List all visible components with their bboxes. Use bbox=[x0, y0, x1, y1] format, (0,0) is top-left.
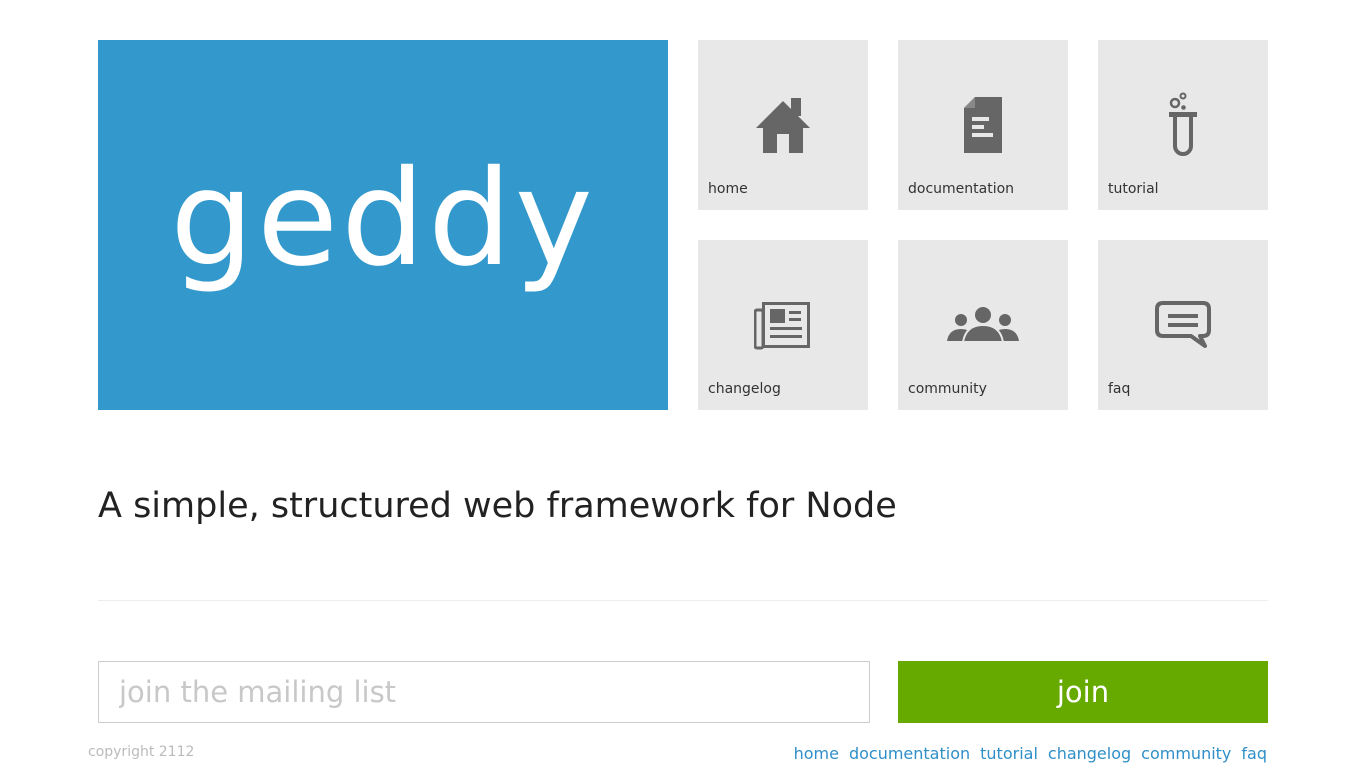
tile-community[interactable]: community bbox=[898, 240, 1068, 410]
divider bbox=[98, 600, 1268, 601]
tile-label: home bbox=[708, 181, 748, 197]
test-tube-icon bbox=[1098, 92, 1268, 158]
footer-link-community[interactable]: community bbox=[1141, 745, 1231, 763]
page: geddy home documentation tutorial change… bbox=[0, 0, 1366, 768]
footer-link-faq[interactable]: faq bbox=[1241, 745, 1267, 763]
newspaper-icon bbox=[698, 292, 868, 358]
logo-tile[interactable]: geddy bbox=[98, 40, 668, 410]
tile-home[interactable]: home bbox=[698, 40, 868, 210]
tile-label: faq bbox=[1108, 381, 1131, 397]
document-icon bbox=[898, 92, 1068, 158]
tile-tutorial[interactable]: tutorial bbox=[1098, 40, 1268, 210]
chat-bubble-icon bbox=[1098, 292, 1268, 358]
tagline: A simple, structured web framework for N… bbox=[98, 486, 897, 526]
tile-label: community bbox=[908, 381, 987, 397]
copyright: copyright 2112 bbox=[88, 744, 195, 760]
footer-link-tutorial[interactable]: tutorial bbox=[980, 745, 1038, 763]
footer-link-home[interactable]: home bbox=[794, 745, 839, 763]
tile-faq[interactable]: faq bbox=[1098, 240, 1268, 410]
footer-nav: home documentation tutorial changelog co… bbox=[794, 745, 1267, 763]
people-icon bbox=[898, 292, 1068, 358]
logo-text: geddy bbox=[170, 142, 596, 296]
footer-link-changelog[interactable]: changelog bbox=[1048, 745, 1131, 763]
tile-documentation[interactable]: documentation bbox=[898, 40, 1068, 210]
mailing-list-input[interactable] bbox=[98, 661, 870, 723]
tile-label: changelog bbox=[708, 381, 781, 397]
tile-label: tutorial bbox=[1108, 181, 1159, 197]
tile-changelog[interactable]: changelog bbox=[698, 240, 868, 410]
tile-label: documentation bbox=[908, 181, 1015, 197]
footer-link-documentation[interactable]: documentation bbox=[849, 745, 970, 763]
home-icon bbox=[698, 92, 868, 158]
join-button[interactable]: join bbox=[898, 661, 1268, 723]
